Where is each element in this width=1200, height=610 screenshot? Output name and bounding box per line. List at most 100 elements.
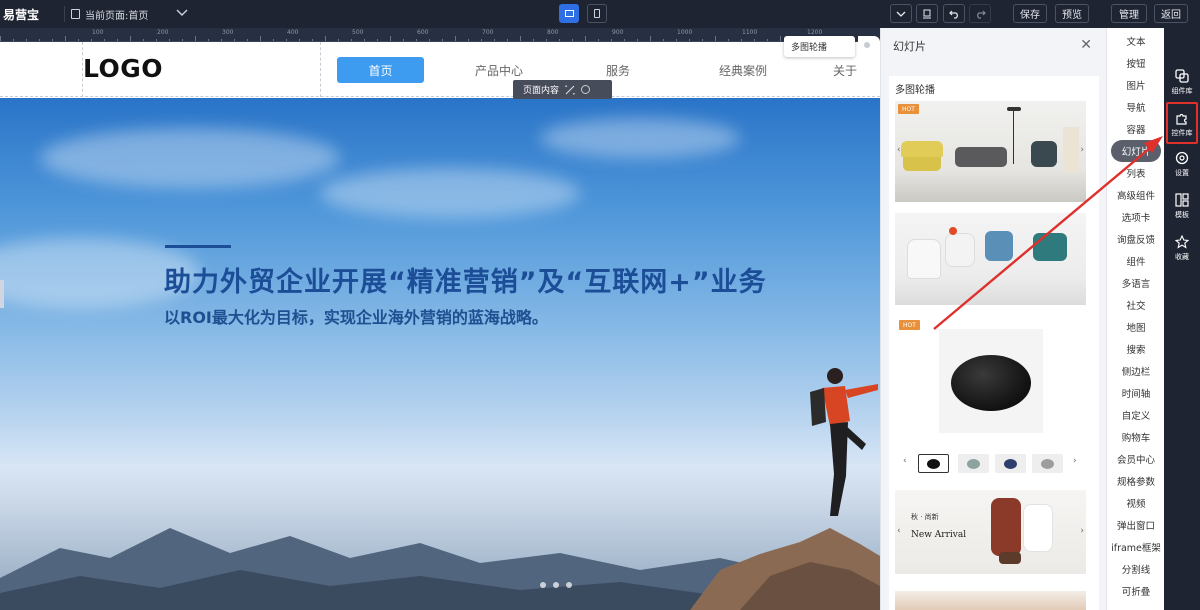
category-item[interactable]: 侧边栏 [1107, 360, 1165, 382]
slide-dot[interactable] [566, 582, 572, 588]
ruler-label: 1100 [742, 29, 758, 36]
category-item[interactable]: 地图 [1107, 316, 1165, 338]
panel-title: 幻灯片 [881, 28, 1106, 63]
chevron-left-icon[interactable]: ‹ [897, 526, 901, 536]
thumb-image [1041, 458, 1054, 469]
chair-shape [1033, 233, 1067, 261]
category-item[interactable]: 按钮 [1107, 52, 1165, 74]
product-gallery-card[interactable] [939, 329, 1043, 433]
save-button[interactable]: 保存 [1013, 4, 1047, 23]
category-item[interactable]: 弹出窗口 [1107, 514, 1165, 536]
desktop-view-button[interactable] [559, 4, 579, 23]
site-logo[interactable]: LOGO [83, 54, 163, 83]
current-page-label: 当前页面:首页 [85, 10, 149, 22]
category-item[interactable]: 图片 [1107, 74, 1165, 96]
nav-item-home[interactable]: 首页 [337, 57, 424, 83]
ruler-label: 1200 [807, 29, 823, 36]
rail-settings[interactable]: 设置 [1166, 144, 1198, 182]
hero-title[interactable]: 助力外贸企业开展“精准营销”及“互联网+”业务 [164, 260, 767, 299]
fashion-heading: 秋 · 尚新 [911, 513, 939, 521]
category-item[interactable]: 视频 [1107, 492, 1165, 514]
nav-item-cases[interactable]: 经典案例 [703, 57, 783, 83]
site-header[interactable]: LOGO 首页 产品中心 服务 经典案例 关于 [0, 42, 880, 97]
redo-button[interactable] [969, 4, 991, 23]
category-item[interactable]: 可折叠 [1107, 580, 1165, 602]
chevron-down-icon [896, 11, 906, 17]
thumbnail[interactable] [1032, 454, 1063, 473]
category-item[interactable]: 组件 [1107, 250, 1165, 272]
category-item[interactable]: 自定义 [1107, 404, 1165, 426]
hero-accent-line [165, 245, 231, 248]
collapse-button[interactable] [890, 4, 912, 23]
rail-label: 收藏 [1175, 253, 1189, 261]
rail-component-library[interactable]: 组件库 [1166, 62, 1198, 100]
template-icon [1175, 193, 1189, 207]
layer-button[interactable] [916, 4, 938, 23]
rail-control-library[interactable]: 控件库 [1166, 102, 1198, 144]
brand-name: 易营宝 [3, 7, 40, 22]
category-item[interactable]: 容器 [1107, 118, 1165, 140]
ruler-label: 800 [547, 29, 559, 36]
chevron-right-icon[interactable]: › [1080, 526, 1084, 536]
undo-icon [948, 10, 958, 19]
sofa-shape [955, 147, 1007, 167]
section-title: 多图轮播 [895, 85, 935, 96]
chevron-right-icon[interactable]: › [1080, 145, 1084, 155]
category-item[interactable]: 高级组件 [1107, 184, 1165, 206]
chevron-right-icon[interactable]: › [1073, 456, 1077, 466]
category-item[interactable]: 购物车 [1107, 426, 1165, 448]
chevron-left-icon[interactable]: ‹ [903, 456, 907, 466]
gear-icon[interactable] [581, 85, 591, 94]
mountain-range [0, 528, 880, 610]
category-item[interactable]: 多语言 [1107, 272, 1165, 294]
page-content-toolbar[interactable]: 页面内容 [513, 80, 612, 99]
category-item[interactable]: 时间轴 [1107, 382, 1165, 404]
thumbnail[interactable] [995, 454, 1026, 473]
document-icon [71, 9, 80, 19]
close-icon[interactable]: ✕ [1080, 37, 1092, 53]
decor-dot [949, 227, 957, 235]
chevron-down-icon[interactable] [176, 9, 188, 20]
category-item[interactable]: iframe框架 [1107, 536, 1165, 558]
ruler-label: 100 [92, 29, 104, 36]
canvas-left-handle[interactable] [0, 280, 4, 308]
carousel-template-card[interactable] [895, 213, 1086, 305]
edit-icon[interactable] [565, 84, 575, 95]
slide-dot[interactable] [553, 582, 559, 588]
slide-dot[interactable] [540, 582, 546, 588]
category-item[interactable]: 搜索 [1107, 338, 1165, 360]
category-item[interactable]: 列表 [1107, 162, 1165, 184]
back-button[interactable]: 返回 [1154, 4, 1188, 23]
hero-subtitle[interactable]: 以ROI最大化为目标，实现企业海外营销的蓝海战略。 [164, 304, 548, 328]
preview-button[interactable]: 预览 [1055, 4, 1089, 23]
carousel-template-card[interactable] [895, 591, 1086, 610]
category-item[interactable]: 导航 [1107, 96, 1165, 118]
chevron-left-icon[interactable]: ‹ [897, 145, 901, 155]
category-item[interactable]: 幻灯片 [1111, 140, 1161, 162]
rail-favorites[interactable]: 收藏 [1166, 228, 1198, 266]
hero-banner[interactable]: 助力外贸企业开展“精准营销”及“互联网+”业务 以ROI最大化为目标，实现企业海… [0, 98, 880, 610]
mobile-view-button[interactable] [587, 4, 607, 23]
category-item[interactable]: 社交 [1107, 294, 1165, 316]
thumbnail-selected[interactable] [918, 454, 949, 473]
thumbnail[interactable] [958, 454, 989, 473]
category-item[interactable]: 选项卡 [1107, 206, 1165, 228]
dress-shape [1023, 504, 1053, 552]
undo-button[interactable] [943, 4, 965, 23]
slide-indicators [540, 582, 572, 588]
carousel-template-card[interactable]: 秋 · 尚新 New Arrival ‹ › [895, 490, 1086, 574]
rail-templates[interactable]: 模板 [1166, 186, 1198, 224]
category-item[interactable]: 分割线 [1107, 558, 1165, 580]
category-item[interactable]: 文本 [1107, 30, 1165, 52]
puzzle-icon [1176, 113, 1187, 125]
ruler-label: 600 [417, 29, 429, 36]
category-item[interactable]: 会员中心 [1107, 448, 1165, 470]
manage-button[interactable]: 管理 [1111, 4, 1147, 23]
category-item[interactable]: 询盘反馈 [1107, 228, 1165, 250]
page-selector[interactable]: 当前页面:首页 [71, 7, 148, 22]
ruler-label: 1000 [677, 29, 693, 36]
carousel-template-card[interactable]: HOT ‹ › [895, 101, 1086, 202]
design-canvas[interactable]: LOGO 首页 产品中心 服务 经典案例 关于 助力外贸企业开展“精准营销”及“… [0, 42, 880, 610]
category-item[interactable]: 规格参数 [1107, 470, 1165, 492]
panel-content: 多图轮播 HOT ‹ › HOT ‹ › 秋 · 尚新 New Arrival … [889, 76, 1099, 610]
